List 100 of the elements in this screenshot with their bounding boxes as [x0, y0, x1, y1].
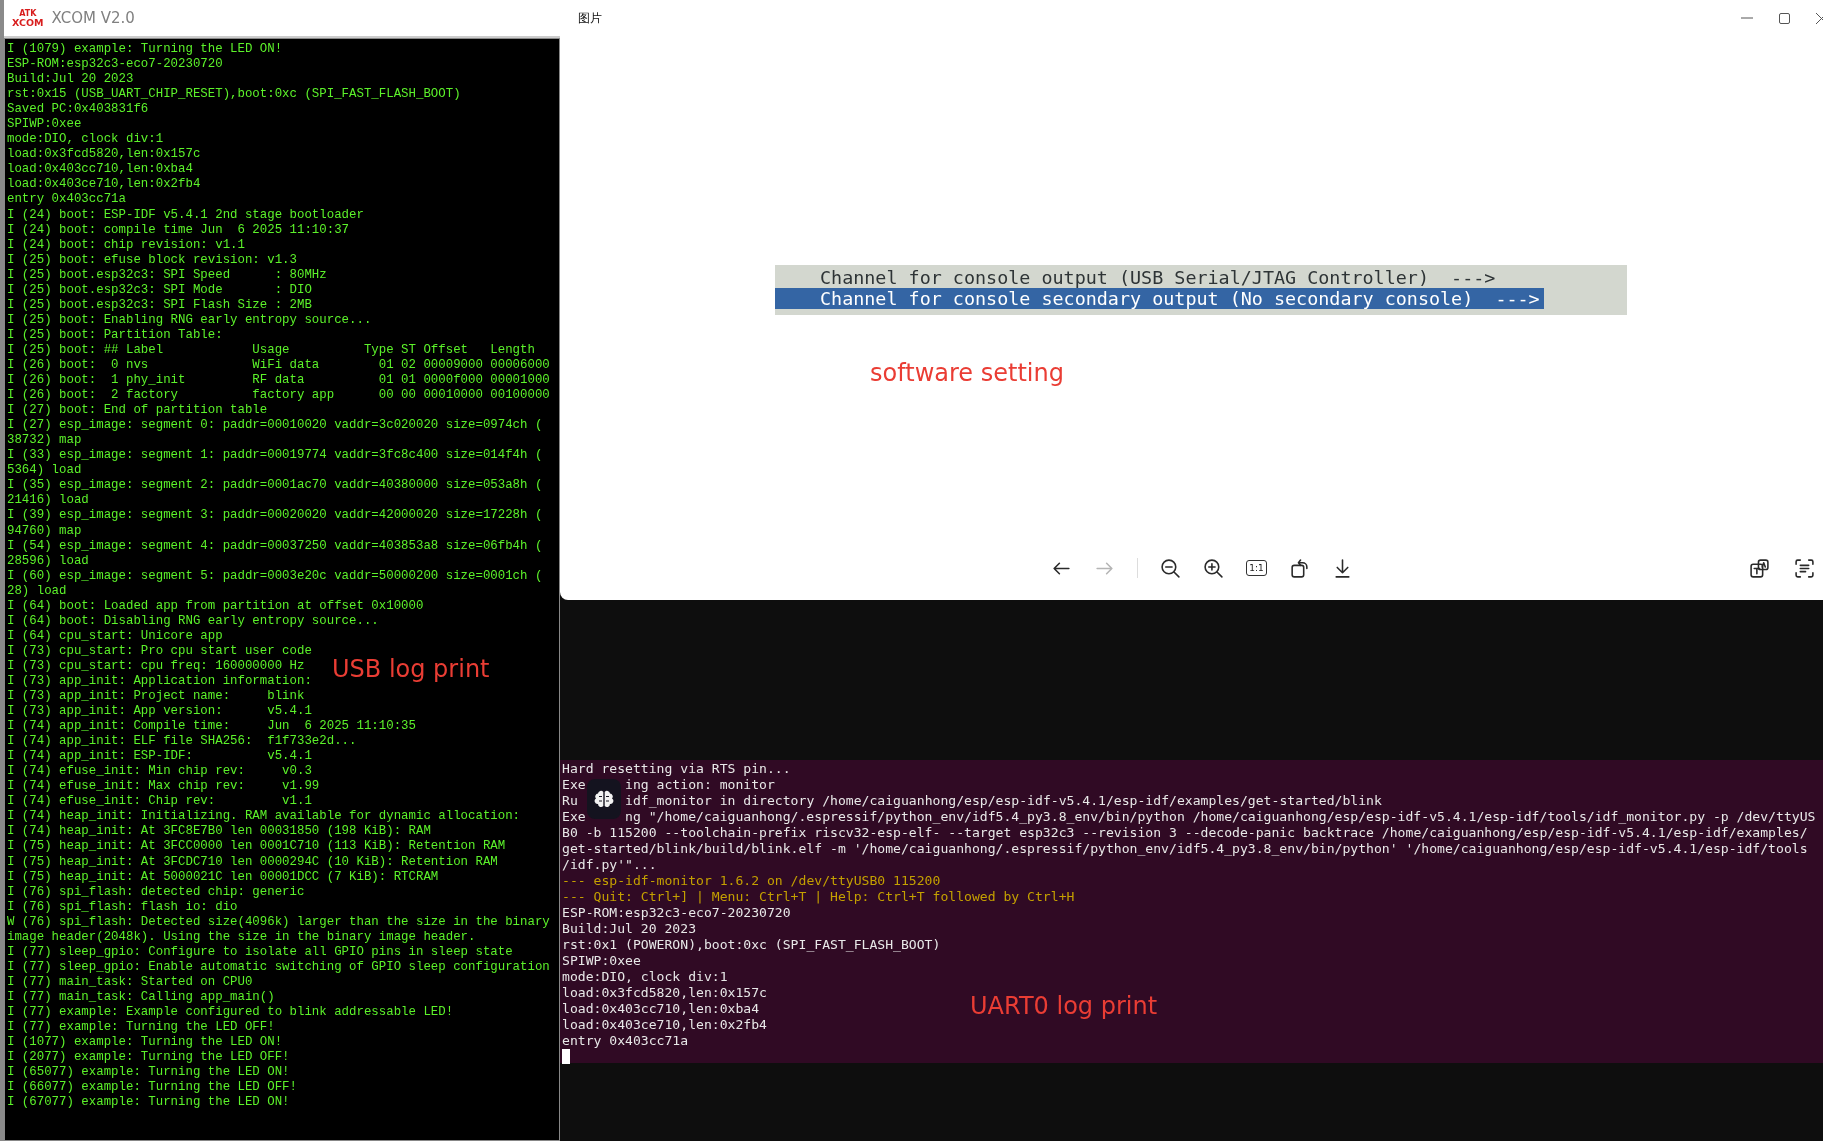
terminal-text: load:0x3fcd5820,len:0x157c [562, 985, 767, 1001]
terminal-text: idf_monitor in directory /home/caiguanhong/esp/esp-idf-v5.4.1/esp-idf/examples/get-started/blink [625, 793, 1382, 809]
log-line: I (24) boot: ESP-IDF v5.4.1 2nd stage bootloader [7, 207, 364, 223]
log-line: I (25) boot: Partition Table: [7, 327, 223, 343]
rotate-icon [1288, 557, 1310, 579]
log-line: I (76) spi_flash: detected chip: generic [7, 884, 305, 900]
terminal-text: B0 -b 115200 --toolchain-prefix riscv32-esp-elf- --target esp32c3 --revision 3 --decode-panic backtrace /home/caiguanhong/esp/esp-idf-v5.4.1/esp-idf/examples/ [562, 825, 1808, 841]
log-line: I (76) spi_flash: flash io: dio [7, 899, 238, 915]
log-line: I (26) boot: 2 factory factory app 00 00 00010000 00100000 [7, 388, 550, 404]
log-line: 94760) map [7, 523, 82, 539]
log-line: I (33) esp_image: segment 1: paddr=00019774 vaddr=3fc8c400 size=014f4h ( [7, 448, 543, 464]
log-line: I (24) boot: compile time Jun 6 2025 11:10:37 [7, 222, 350, 238]
log-line: I (64) cpu_start: Unicore app [7, 628, 223, 644]
log-line: W (76) spi_flash: Detected size(4096k) larger than the size in the binary [7, 914, 550, 930]
terminal-text: rst:0x1 (POWERON),boot:0xc (SPI_FAST_FLASH_BOOT) [562, 937, 941, 953]
log-line: I (26) boot: 0 nvs WiFi data 01 02 00009000 00006000 [7, 358, 550, 374]
log-line: I (73) app_init: Application information: [7, 673, 312, 689]
log-line: Build:Jul 20 2023 [7, 72, 134, 88]
brain-icon [594, 790, 614, 808]
log-line: I (64) boot: Disabling RNG early entropy source... [7, 613, 379, 629]
terminal-text: mode:DIO, clock div:1 [562, 969, 728, 985]
log-line: 21416) load [7, 493, 89, 509]
log-line: I (26) boot: 1 phy_init RF data 01 01 0000f000 00001000 [7, 373, 550, 389]
log-line: I (74) app_init: Compile time: Jun 6 2025 11:10:35 [7, 719, 416, 735]
maximize-icon[interactable] [1779, 12, 1790, 24]
log-line: I (25) boot: ## Label Usage Type ST Offset Length [7, 342, 535, 358]
toolbar-button[interactable] [1288, 557, 1310, 579]
log-line: 5364) load [7, 463, 82, 479]
toolbar-button[interactable] [1749, 557, 1770, 579]
log-line: I (25) boot.esp32c3: SPI Speed : 80MHz [7, 267, 327, 283]
log-line: I (75) heap_init: At 3FCC0000 len 0001C710 (113 KiB): Retention RAM [7, 839, 506, 855]
log-line: I (35) esp_image: segment 2: paddr=0001ac70 vaddr=40380000 size=053a8h ( [7, 478, 543, 494]
log-line: I (27) esp_image: segment 0: paddr=00010020 vaddr=3c020020 size=0974ch ( [7, 418, 543, 434]
log-line: I (77) example: Turning the LED OFF! [7, 1020, 275, 1036]
zoom-in-icon [1203, 557, 1225, 579]
log-line: I (25) boot.esp32c3: SPI Mode : DIO [7, 282, 312, 298]
log-line: I (75) heap_init: At 3FCDC710 len 0000294C (10 KiB): Retention RAM [7, 854, 498, 870]
terminal-text: get-started/blink/build/blink.elf -m '/home/caiguanhong/.espressif/python_env/idf5.4_py3.8_env/bin/python' '/home/caiguanhong/esp/esp-idf-v5.4.1/esp-idf/tools [562, 841, 1808, 857]
log-line: I (73) app_init: Project name: blink [7, 689, 305, 705]
log-line: I (25) boot: Enabling RNG early entropy source... [7, 312, 372, 328]
log-line: I (54) esp_image: segment 4: paddr=00037250 vaddr=403853a8 size=06fb4h ( [7, 538, 543, 554]
translate-icon [1749, 557, 1770, 579]
terminal-text: --- esp-idf-monitor 1.6.2 on /dev/ttyUSB0 115200 [562, 873, 941, 889]
menu-option[interactable]: Channel for console secondary output (No secondary console) ---> [775, 288, 1544, 309]
log-line: I (77) sleep_gpio: Enable automatic switching of GPIO sleep configuration [7, 959, 550, 975]
zoom-out-icon [1160, 557, 1182, 579]
log-line: Saved PC:0x403831f6 [7, 102, 149, 118]
window-title: XCOM V2.0 [51, 7, 135, 29]
log-line: I (77) example: Example configured to blink addressable LED! [7, 1005, 454, 1021]
log-line: 38732) map [7, 433, 82, 449]
terminal-text: load:0x403ce710,len:0x2fb4 [562, 1017, 767, 1033]
annotation-text: UART0 log print [970, 991, 1158, 1022]
terminal-text: Exe [562, 777, 586, 793]
log-line: load:0x403cc710,len:0xba4 [7, 162, 193, 178]
text-scan-icon [1794, 557, 1815, 579]
log-line: I (66077) example: Turning the LED OFF! [7, 1080, 297, 1096]
log-line: I (27) boot: End of partition table [7, 403, 268, 419]
log-line: I (74) efuse_init: Max chip rev: v1.99 [7, 779, 320, 795]
terminal-text: Exe [562, 809, 586, 825]
terminal-text: ESP-ROM:esp32c3-eco7-20230720 [562, 905, 791, 921]
log-line: I (24) boot: chip revision: v1.1 [7, 237, 245, 253]
log-line: I (74) efuse_init: Chip rev: v1.1 [7, 794, 312, 810]
log-line: I (73) cpu_start: Pro cpu start user code [7, 643, 312, 659]
terminal-text: --- Quit: Ctrl+] | Menu: Ctrl+T | Help: Ctrl+T followed by Ctrl+H [562, 889, 1075, 905]
terminal-text: load:0x403cc710,len:0xba4 [562, 1001, 760, 1017]
toolbar-button[interactable] [1203, 557, 1225, 579]
toolbar-button[interactable] [1160, 557, 1182, 579]
log-line: 28596) load [7, 553, 89, 569]
log-line: I (73) app_init: App version: v5.4.1 [7, 704, 312, 720]
actual-size-button[interactable]: 1:1 [1246, 560, 1267, 576]
terminal-text: ing action: monitor [625, 777, 775, 793]
annotation-text: USB log print [332, 654, 490, 685]
log-line: I (77) sleep_gpio: Configure to isolate all GPIO pins in sleep state [7, 944, 513, 960]
log-line: entry 0x403cc71a [7, 192, 126, 208]
log-line: mode:DIO, clock div:1 [7, 132, 164, 148]
floating-button[interactable] [587, 779, 621, 819]
log-line: I (74) heap_init: Initializing. RAM available for dynamic allocation: [7, 809, 521, 825]
close-icon[interactable] [1816, 12, 1823, 24]
log-line: I (74) app_init: ESP-IDF: v5.4.1 [7, 749, 312, 765]
window-title: 图片 [578, 10, 602, 27]
log-line: 28) load [7, 583, 67, 599]
log-line: I (39) esp_image: segment 3: paddr=00020020 vaddr=42000020 size=17228h ( [7, 508, 543, 524]
log-line: I (73) cpu_start: cpu freq: 160000000 Hz [7, 658, 305, 674]
log-line: I (1079) example: Turning the LED ON! [7, 42, 283, 58]
log-line: rst:0x15 (USB_UART_CHIP_RESET),boot:0xc (SPI_FAST_FLASH_BOOT) [7, 87, 461, 103]
text-cursor [562, 1049, 570, 1064]
log-line: SPIWP:0xee [7, 117, 82, 133]
log-line: I (77) main_task: Started on CPU0 [7, 974, 253, 990]
menu-option[interactable]: Channel for console output (USB Serial/JTAG Controller) ---> [775, 267, 1500, 288]
log-line: I (1077) example: Turning the LED ON! [7, 1035, 283, 1051]
log-line: I (25) boot: efuse block revision: v1.3 [7, 252, 297, 268]
terminal-text: /idf.py'"... [562, 857, 657, 873]
toolbar-button[interactable] [1794, 557, 1815, 579]
terminal-text: Build:Jul 20 2023 [562, 921, 696, 937]
log-line: I (2077) example: Turning the LED OFF! [7, 1050, 290, 1066]
log-line: I (75) heap_init: At 5000021C len 00001DCC (7 KiB): RTCRAM [7, 869, 439, 885]
log-line: I (64) boot: Loaded app from partition at offset 0x10000 [7, 598, 424, 614]
log-line: I (74) app_init: ELF file SHA256: f1f733e2d... [7, 734, 357, 750]
log-line: I (60) esp_image: segment 5: paddr=0003e20c vaddr=50000200 size=0001ch ( [7, 568, 543, 584]
log-line: load:0x403ce710,len:0x2fb4 [7, 177, 201, 193]
